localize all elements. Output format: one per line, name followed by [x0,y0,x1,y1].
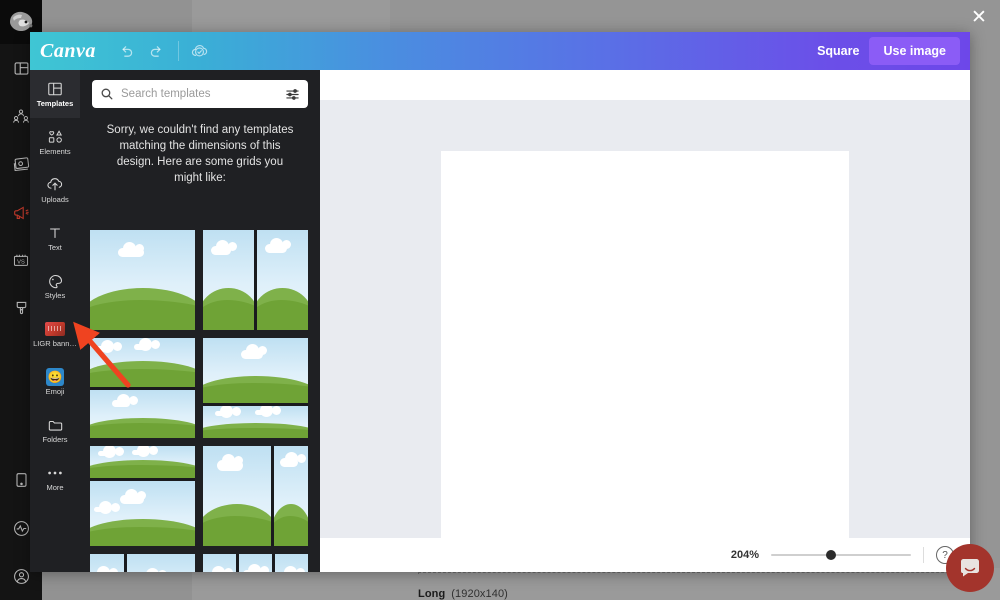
zoom-slider[interactable] [771,548,911,562]
sidebar-label-folders: Folders [42,435,68,445]
close-icon: ✕ [971,6,987,28]
canva-logo: Canva [40,39,96,62]
redo-icon [151,45,162,57]
editor-footer: 204% ? [320,538,970,572]
grid-template-item[interactable] [203,230,308,330]
sidebar-item-styles[interactable]: Styles [30,262,80,310]
sidebar-item-more[interactable]: More [30,454,80,502]
undo-button[interactable] [112,36,142,66]
sidebar-label-uploads: Uploads [41,195,69,205]
sidebar-item-elements[interactable]: Elements [30,118,80,166]
sidebar-item-text[interactable]: Text [30,214,80,262]
elements-icon [47,128,64,146]
emoji-icon: 😀 [46,368,64,387]
styles-icon [47,272,64,290]
mobile-device-icon [15,473,27,487]
chat-bubble-icon [961,559,979,577]
footer-divider [923,547,924,563]
sidebar-label-more: More [46,483,64,493]
redo-button[interactable] [142,36,172,66]
empty-results-message: Sorry, we couldn't find any templates ma… [106,124,294,184]
header-divider [177,41,179,61]
sidebar-label-templates: Templates [36,99,74,109]
grid-template-list[interactable] [80,230,320,572]
svg-text:VS: VS [17,259,25,265]
host-asset-name: Long [418,588,446,600]
chat-launcher-button[interactable] [946,544,994,592]
grid-row [90,554,310,572]
search-box[interactable] [92,80,308,108]
host-asset-dimensions: (1920x140) [451,588,508,600]
zoom-level-label: 204% [730,549,759,561]
cloud-check-icon [192,44,208,57]
zoom-slider-track [771,554,911,556]
grid-template-item[interactable] [90,338,195,438]
layout-icon [14,61,28,75]
sidebar-item-folders[interactable]: Folders [30,406,80,454]
grid-template-item[interactable] [90,554,195,572]
account-circle-icon [13,568,29,584]
scoreboard-vs-icon: VS [13,254,29,266]
close-overlay-button[interactable]: ✕ [966,4,992,30]
sidebar-item-emoji[interactable]: 😀 Emoji [30,358,80,406]
grid-template-item[interactable] [203,338,308,438]
sidebar-label-text: Text [48,243,62,253]
grid-template-item[interactable] [90,446,195,546]
sidebar-label-elements: Elements [39,147,71,157]
templates-panel: Sorry, we couldn't find any templates ma… [80,70,320,572]
team-icon [13,108,29,123]
analytics-pulse-icon [13,520,29,536]
canva-header: Canva Square Use image [30,32,970,70]
canva-editor-modal: Canva Square Use image Templates Element… [30,32,970,572]
more-dots-icon [46,464,64,482]
uploads-icon [46,176,64,194]
design-size-label: Square [817,44,860,58]
media-library-icon [13,156,29,171]
filter-sliders-icon[interactable] [285,88,300,101]
design-canvas[interactable] [441,151,849,560]
search-area [80,70,320,108]
host-asset-guide-horizontal [418,572,984,573]
grid-row [90,446,310,546]
sidebar-label-styles: Styles [44,291,66,301]
ligr-banner-thumb-icon [45,320,65,338]
undo-icon [122,45,133,57]
use-image-button[interactable]: Use image [869,37,960,65]
canva-sidebar: Templates Elements Uploads Text Styles L… [30,70,80,572]
sidebar-item-templates[interactable]: Templates [30,70,80,118]
paintbrush-icon [16,301,26,315]
search-icon [101,88,113,100]
grid-template-item[interactable] [90,230,195,330]
canva-editor-area: 204% ? [320,70,970,572]
sidebar-label-ligr-banner: LIGR bann… [33,339,77,349]
grid-row [90,230,310,330]
grid-template-item[interactable] [203,554,308,572]
grid-template-item[interactable] [203,446,308,546]
zoom-slider-handle[interactable] [826,550,836,560]
screen-root: VS Long (1920x140) ✕ Canva Square Use im… [0,0,1000,600]
folders-icon [47,416,64,434]
sidebar-item-ligr-banner[interactable]: LIGR bann… [30,310,80,358]
search-input[interactable] [121,88,278,100]
sidebar-label-emoji: Emoji [45,387,65,397]
text-icon [47,224,63,242]
templates-icon [47,80,63,98]
header-actions: Square Use image [817,37,970,65]
sidebar-item-uploads[interactable]: Uploads [30,166,80,214]
saved-status-button[interactable] [185,36,215,66]
megaphone-icon [13,205,29,219]
grid-row [90,338,310,438]
editor-toolbar [320,70,970,100]
host-asset-label: Long (1920x140) [418,588,508,600]
